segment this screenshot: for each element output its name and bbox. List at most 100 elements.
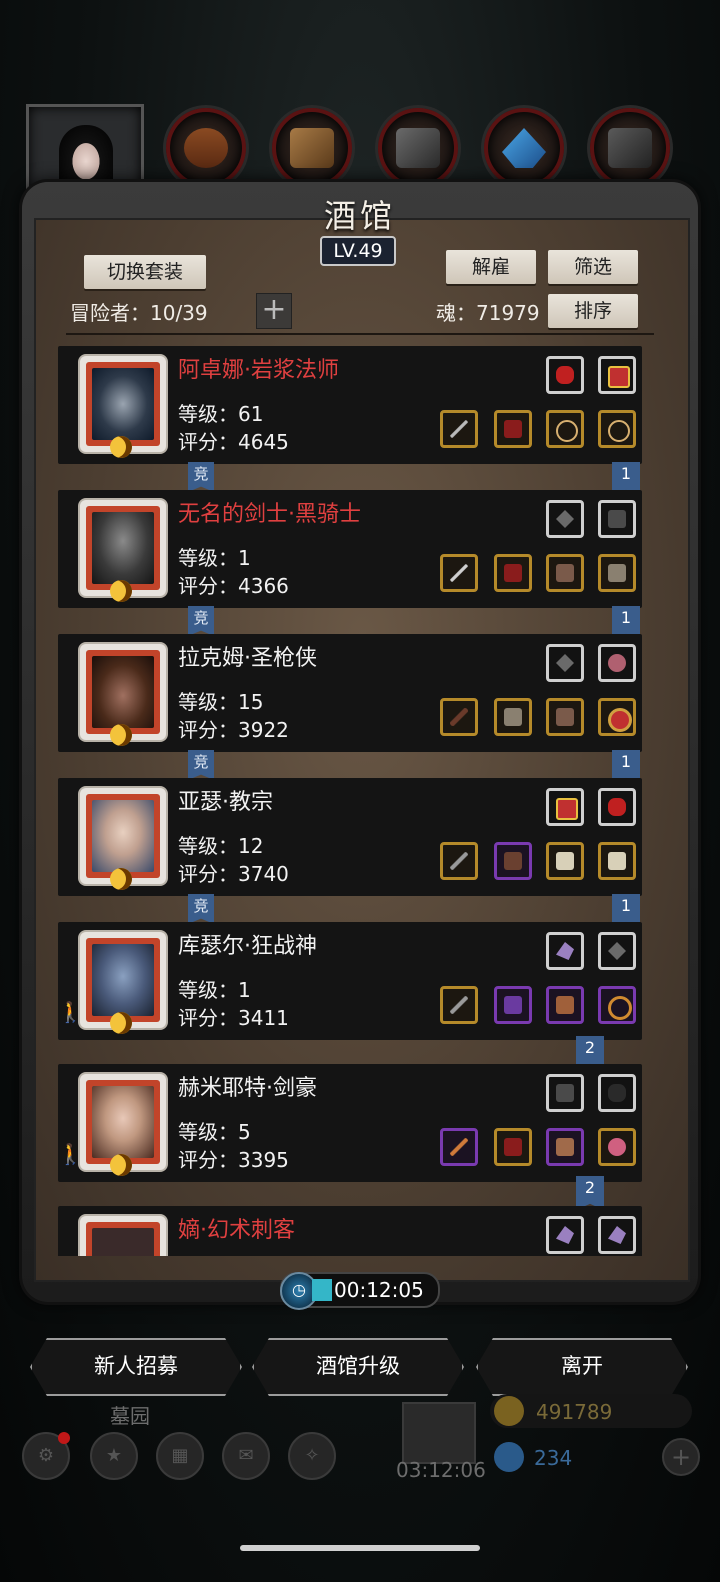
emblem-icon xyxy=(556,798,578,820)
equip-slot[interactable] xyxy=(598,1074,636,1112)
equip-slot[interactable] xyxy=(598,500,636,538)
hero-portrait xyxy=(92,656,154,728)
equip-slot[interactable] xyxy=(440,410,478,448)
equip-slot[interactable] xyxy=(598,842,636,880)
equip-slot[interactable] xyxy=(546,932,584,970)
equip-slot[interactable] xyxy=(598,356,636,394)
hero-card[interactable]: 拉克姆·圣枪侠 等级：15 评分：3922 xyxy=(58,634,642,752)
hero-card[interactable]: 亚瑟·教宗 等级：12 评分：3740 xyxy=(58,778,642,896)
axe-icon xyxy=(450,996,468,1014)
hero-avatar[interactable] xyxy=(80,500,166,602)
competition-tag: 竞 xyxy=(188,606,214,636)
home-indicator[interactable] xyxy=(240,1545,480,1551)
adventurer-count: 冒险者：10/39 xyxy=(70,301,208,325)
moon-icon xyxy=(110,868,132,890)
equip-slot[interactable] xyxy=(440,554,478,592)
add-slot-button[interactable]: + xyxy=(256,293,292,329)
equip-slot[interactable] xyxy=(494,986,532,1024)
equip-slot[interactable] xyxy=(494,698,532,736)
hero-score: 评分：4366 xyxy=(178,574,289,598)
equip-slot[interactable] xyxy=(546,986,584,1024)
scroll-icon xyxy=(608,852,626,870)
equip-slot[interactable] xyxy=(494,1128,532,1166)
equip-slot[interactable] xyxy=(598,410,636,448)
hero-name: 亚瑟·教宗 xyxy=(178,790,273,815)
equip-slot[interactable] xyxy=(598,1216,636,1254)
equip-slot[interactable] xyxy=(494,842,532,880)
banner-icon[interactable]: ▦ xyxy=(156,1432,204,1480)
gift-chest-icon[interactable] xyxy=(402,1402,476,1464)
equip-slot[interactable] xyxy=(440,698,478,736)
equip-slot[interactable] xyxy=(546,356,584,394)
hero-avatar[interactable] xyxy=(80,644,166,746)
equip-slot[interactable] xyxy=(494,554,532,592)
equip-slot[interactable] xyxy=(546,1128,584,1166)
hero-list[interactable]: 阿卓娜·岩浆法师 等级：61 评分：4645 竞 1 无名的剑士·黑骑士 等级：… xyxy=(58,346,642,1256)
sort-button[interactable]: 排序 xyxy=(548,294,638,328)
upgrade-tavern-button[interactable]: 酒馆升级 xyxy=(252,1338,464,1396)
equip-slot[interactable] xyxy=(598,788,636,826)
hero-card[interactable]: 阿卓娜·岩浆法师 等级：61 评分：4645 xyxy=(58,346,642,464)
moon-icon xyxy=(110,436,132,458)
equip-slot[interactable] xyxy=(546,788,584,826)
axe-icon xyxy=(450,852,468,870)
bracer-icon xyxy=(556,564,574,582)
pendant-icon xyxy=(608,1138,626,1156)
equip-slot[interactable] xyxy=(546,842,584,880)
equip-slot[interactable] xyxy=(598,698,636,736)
tab-ore[interactable] xyxy=(378,108,458,188)
area-label: 墓园 xyxy=(110,1404,150,1428)
hero-level: 等级：12 xyxy=(178,834,264,858)
equip-slot[interactable] xyxy=(546,500,584,538)
equip-slot[interactable] xyxy=(598,554,636,592)
equip-slot[interactable] xyxy=(598,986,636,1024)
mail-icon[interactable]: ✉ xyxy=(222,1432,270,1480)
tab-steel[interactable] xyxy=(590,108,670,188)
hat-icon xyxy=(504,420,522,438)
hero-avatar[interactable] xyxy=(80,1216,166,1256)
tab-crystal[interactable] xyxy=(484,108,564,188)
switch-outfit-button[interactable]: 切换套装 xyxy=(84,255,206,289)
equip-slot[interactable] xyxy=(546,1074,584,1112)
armor-icon xyxy=(504,708,522,726)
tab-materials[interactable] xyxy=(272,108,352,188)
ruby-icon xyxy=(556,366,574,384)
equip-slot[interactable] xyxy=(440,842,478,880)
leave-button[interactable]: 离开 xyxy=(476,1338,688,1396)
crystal-icon xyxy=(502,128,546,168)
equip-slot[interactable] xyxy=(546,410,584,448)
hero-card[interactable]: 无名的剑士·黑骑士 等级：1 评分：4366 xyxy=(58,490,642,608)
gold-amount: 491789 xyxy=(536,1400,613,1424)
gauntlet-icon xyxy=(608,510,626,528)
ruby-icon xyxy=(608,798,626,816)
equip-slot[interactable] xyxy=(546,698,584,736)
tab-equipment[interactable] xyxy=(166,108,246,188)
star-icon[interactable]: ★ xyxy=(90,1432,138,1480)
recruit-button[interactable]: 新人招募 xyxy=(30,1338,242,1396)
equip-slot[interactable] xyxy=(546,554,584,592)
hero-card[interactable]: 嫡·幻术刺客 xyxy=(58,1206,642,1256)
equip-slot[interactable] xyxy=(440,1128,478,1166)
compass-icon[interactable]: ✧ xyxy=(288,1432,336,1480)
equip-slot[interactable] xyxy=(546,644,584,682)
hero-avatar[interactable] xyxy=(80,356,166,458)
hero-card[interactable]: 🚶 赫米耶特·剑豪 等级：5 评分：3395 xyxy=(58,1064,642,1182)
add-gems-button[interactable]: + xyxy=(662,1438,700,1476)
equip-slot[interactable] xyxy=(598,1128,636,1166)
filter-button[interactable]: 筛选 xyxy=(548,250,638,284)
equip-slot[interactable] xyxy=(440,986,478,1024)
competition-tag: 竞 xyxy=(188,462,214,492)
equip-slot[interactable] xyxy=(598,932,636,970)
equip-slot[interactable] xyxy=(546,1216,584,1254)
hero-card[interactable]: 🚶 库瑟尔·狂战神 等级：1 评分：3411 xyxy=(58,922,642,1040)
hero-avatar[interactable] xyxy=(80,788,166,890)
page-title: 酒馆 xyxy=(323,197,396,235)
hero-avatar[interactable] xyxy=(80,1074,166,1176)
dismiss-button[interactable]: 解雇 xyxy=(446,250,536,284)
equip-slot[interactable] xyxy=(494,410,532,448)
hero-portrait xyxy=(92,944,154,1016)
equip-slot[interactable] xyxy=(598,644,636,682)
hat-icon xyxy=(504,1138,522,1156)
hero-avatar[interactable] xyxy=(80,932,166,1034)
gold-coin-icon xyxy=(494,1396,524,1426)
